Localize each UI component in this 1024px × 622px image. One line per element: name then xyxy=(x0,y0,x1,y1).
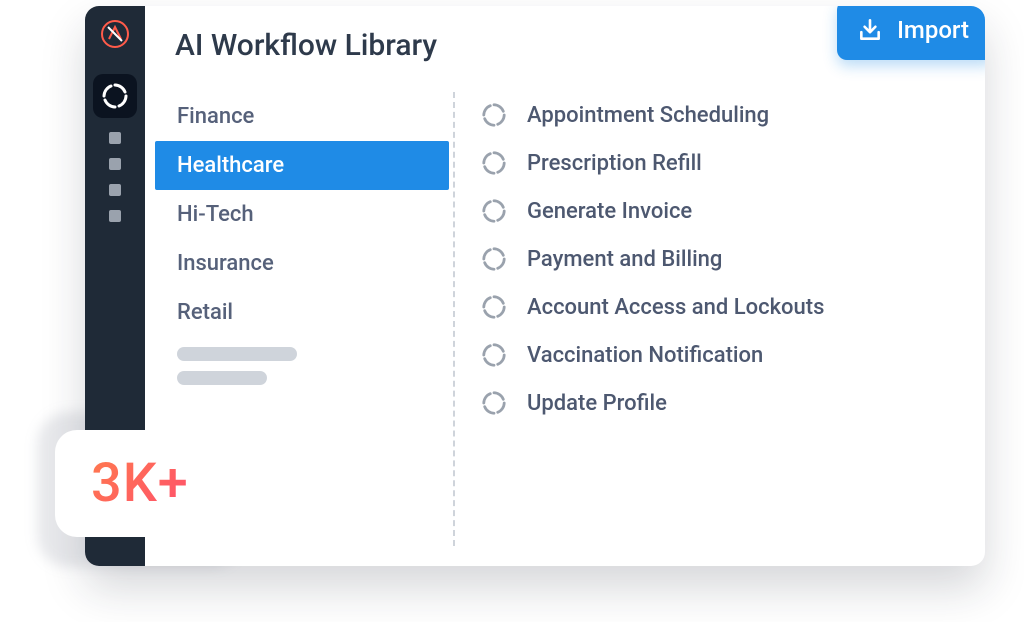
workflow-label: Vaccination Notification xyxy=(527,343,763,368)
cycle-icon xyxy=(481,102,507,128)
workflow-label: Appointment Scheduling xyxy=(527,103,769,128)
rail-item-placeholder[interactable] xyxy=(109,158,121,170)
category-item-insurance[interactable]: Insurance xyxy=(155,239,449,288)
category-label: Insurance xyxy=(177,251,274,276)
category-label: Retail xyxy=(177,300,233,325)
workflow-label: Payment and Billing xyxy=(527,247,722,272)
count-badge: 3K+ xyxy=(55,430,225,537)
workflow-label: Generate Invoice xyxy=(527,199,692,224)
workflow-label: Prescription Refill xyxy=(527,151,702,176)
workflow-item[interactable]: Update Profile xyxy=(477,380,965,426)
category-label: Finance xyxy=(177,104,254,129)
cycle-icon xyxy=(101,82,129,110)
cycle-icon xyxy=(481,342,507,368)
rail-item-placeholder[interactable] xyxy=(109,210,121,222)
cycle-icon xyxy=(481,150,507,176)
rail-item-placeholder[interactable] xyxy=(109,184,121,196)
import-button[interactable]: Import xyxy=(837,6,985,60)
main-pane: Import AI Workflow Library Finance Healt… xyxy=(145,6,985,566)
workflow-item[interactable]: Appointment Scheduling xyxy=(477,92,965,138)
workflow-list: Appointment Scheduling Prescription Refi… xyxy=(455,92,965,546)
workflow-item[interactable]: Vaccination Notification xyxy=(477,332,965,378)
workflow-label: Account Access and Lockouts xyxy=(527,295,824,320)
import-button-label: Import xyxy=(897,16,969,44)
category-placeholder xyxy=(177,371,267,385)
category-item-hitech[interactable]: Hi-Tech xyxy=(155,190,449,239)
brand-logo xyxy=(97,16,133,52)
workflow-item[interactable]: Account Access and Lockouts xyxy=(477,284,965,330)
workflow-item[interactable]: Payment and Billing xyxy=(477,236,965,282)
cycle-icon xyxy=(481,294,507,320)
cycle-icon xyxy=(481,246,507,272)
category-item-finance[interactable]: Finance xyxy=(155,92,449,141)
import-icon xyxy=(857,17,883,43)
workflow-item[interactable]: Prescription Refill xyxy=(477,140,965,186)
category-item-retail[interactable]: Retail xyxy=(155,288,449,337)
category-label: Hi-Tech xyxy=(177,202,254,227)
workflow-label: Update Profile xyxy=(527,391,667,416)
brand-logo-icon xyxy=(100,19,130,49)
workflow-item[interactable]: Generate Invoice xyxy=(477,188,965,234)
count-badge-value: 3K+ xyxy=(91,452,189,515)
category-item-healthcare[interactable]: Healthcare xyxy=(155,141,449,190)
rail-workflow-button[interactable] xyxy=(93,74,137,118)
content-area: Finance Healthcare Hi-Tech Insurance Ret… xyxy=(145,82,985,566)
cycle-icon xyxy=(481,390,507,416)
category-label: Healthcare xyxy=(177,153,284,178)
category-placeholder xyxy=(177,347,297,361)
cycle-icon xyxy=(481,198,507,224)
rail-item-placeholder[interactable] xyxy=(109,132,121,144)
